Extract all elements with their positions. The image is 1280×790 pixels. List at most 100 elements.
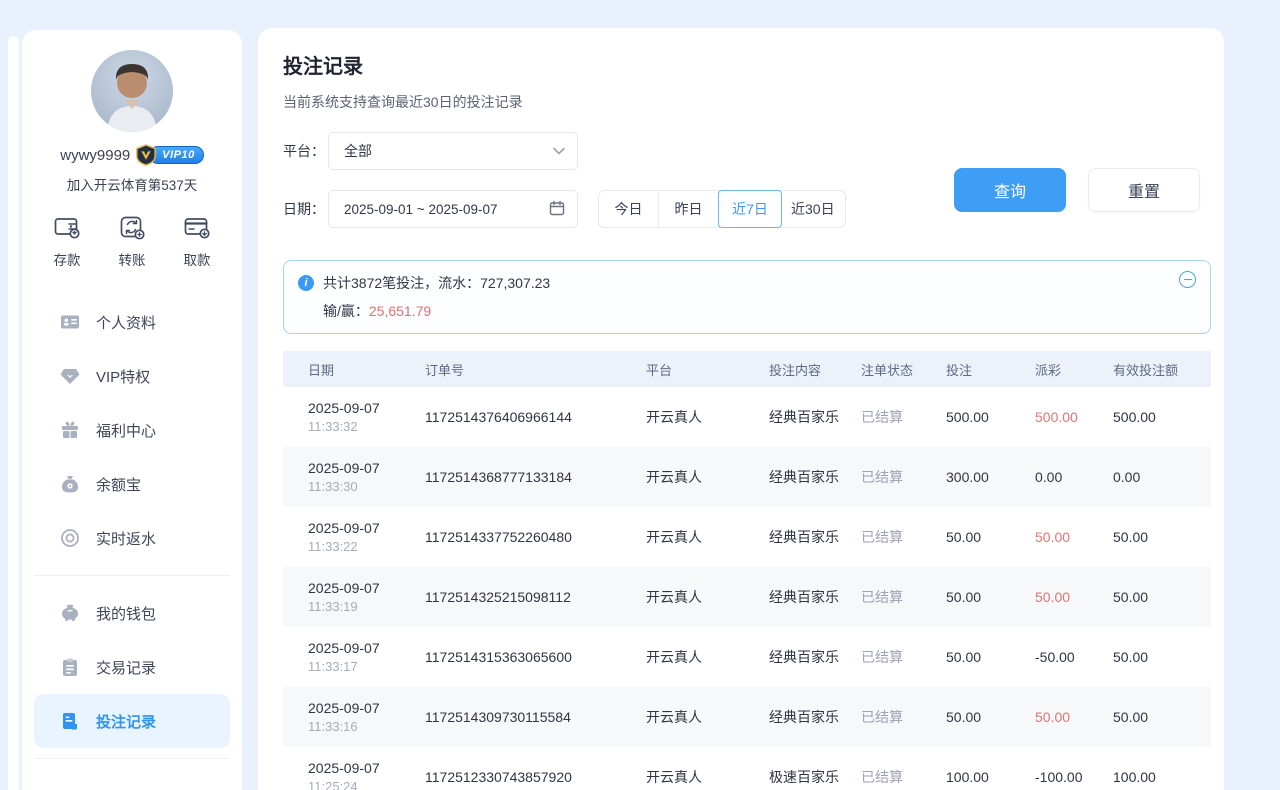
cell-status: 已结算: [861, 707, 946, 727]
cell-bet-amount: 100.00: [946, 769, 1035, 785]
avatar[interactable]: [91, 50, 173, 132]
cell-order-number: 1172514315363065600: [425, 649, 646, 665]
cell-valid-amount: 0.00: [1113, 469, 1211, 485]
action-buttons: 查询 重置: [954, 168, 1200, 212]
collapse-banner-icon[interactable]: [1179, 271, 1196, 288]
date-range-input[interactable]: 2025-09-01 ~ 2025-09-07: [328, 190, 578, 228]
date-quick-filters: 今日 昨日 近7日 近30日: [598, 190, 846, 228]
table-body: 2025-09-0711:33:32 1172514376406966144 开…: [283, 387, 1211, 790]
table-row[interactable]: 2025-09-0711:33:16 1172514309730115584 开…: [283, 687, 1211, 747]
join-days-text: 加入开云体育第537天: [67, 174, 198, 194]
filter-today-button[interactable]: 今日: [599, 191, 659, 227]
filter-yesterday-button[interactable]: 昨日: [659, 191, 719, 227]
cell-status: 已结算: [861, 407, 946, 427]
bet-records-table: 日期 订单号 平台 投注内容 注单状态 投注 派彩 有效投注额 2025-09-…: [283, 351, 1211, 790]
cell-bet-content: 极速百家乐: [769, 767, 861, 787]
date-label: 日期：: [283, 199, 328, 219]
money-bag-icon: [60, 474, 80, 494]
menu-divider: [34, 575, 230, 576]
table-header-row: 日期 订单号 平台 投注内容 注单状态 投注 派彩 有效投注额: [283, 351, 1211, 387]
sidebar-item-label: 投注记录: [96, 711, 156, 732]
transaction-record-icon: [60, 657, 80, 677]
rebate-icon: [60, 528, 80, 548]
loss-win-value: 25,651.79: [369, 303, 431, 319]
cell-platform: 开云真人: [646, 407, 769, 427]
summary-banner: i 共计3872笔投注，流水：727,307.23 输/赢：25,651.79: [283, 260, 1211, 334]
sidebar-item-rebate[interactable]: 实时返水: [34, 511, 230, 565]
cell-status: 已结算: [861, 587, 946, 607]
sidebar-item-label: 我的钱包: [96, 603, 156, 624]
table-row[interactable]: 2025-09-0711:33:17 1172514315363065600 开…: [283, 627, 1211, 687]
sidebar-item-wallet[interactable]: 我的钱包: [34, 586, 230, 640]
cell-payout: 50.00: [1035, 529, 1113, 545]
cell-valid-amount: 50.00: [1113, 649, 1211, 665]
cell-status: 已结算: [861, 647, 946, 667]
filter-last30days-button[interactable]: 近30日: [781, 191, 845, 227]
cell-platform: 开云真人: [646, 467, 769, 487]
cell-order-number: 1172514309730115584: [425, 709, 646, 725]
reset-button[interactable]: 重置: [1088, 168, 1200, 212]
cell-bet-content: 经典百家乐: [769, 467, 861, 487]
cell-payout: -100.00: [1035, 769, 1113, 785]
col-header-order: 订单号: [425, 360, 646, 379]
summary-totals: 共计3872笔投注，流水：727,307.23: [323, 273, 550, 293]
sidebar-item-profile[interactable]: 个人资料: [34, 295, 230, 349]
cell-status: 已结算: [861, 527, 946, 547]
deposit-button[interactable]: 存款: [52, 212, 82, 269]
col-header-date: 日期: [308, 360, 425, 379]
platform-select[interactable]: 全部: [328, 132, 578, 170]
bet-records-panel: 投注记录 当前系统支持查询最近30日的投注记录 平台： 全部 日期： 2025-…: [258, 28, 1224, 790]
sidebar-item-label: VIP特权: [96, 366, 150, 387]
transfer-button[interactable]: 转账: [117, 212, 147, 269]
gift-icon: [60, 420, 80, 440]
vip-level-label: VIP10: [149, 146, 203, 164]
sidebar: wywy9999 VIP10 加入开云体育第537天 存款: [22, 30, 242, 790]
quick-action-label: 存款: [54, 249, 81, 269]
cell-platform: 开云真人: [646, 527, 769, 547]
page-title: 投注记录: [283, 50, 1206, 79]
cell-payout: 0.00: [1035, 469, 1113, 485]
calendar-icon: [549, 200, 565, 219]
cell-bet-amount: 50.00: [946, 649, 1035, 665]
filter-last7days-button[interactable]: 近7日: [718, 190, 782, 228]
sidebar-item-label: 个人资料: [96, 312, 156, 333]
cell-date: 2025-09-0711:33:16: [308, 699, 425, 735]
info-icon: i: [298, 275, 314, 291]
sidebar-item-vip[interactable]: VIP特权: [34, 349, 230, 403]
cell-bet-content: 经典百家乐: [769, 587, 861, 607]
cell-date: 2025-09-0711:33:22: [308, 519, 425, 555]
chevron-down-icon: [553, 144, 565, 158]
cell-order-number: 1172514325215098112: [425, 589, 646, 605]
deposit-wallet-icon: [52, 212, 82, 242]
platform-filter-row: 平台： 全部: [283, 132, 1206, 170]
query-button[interactable]: 查询: [954, 168, 1066, 212]
cell-payout: -50.00: [1035, 649, 1113, 665]
piggy-bank-icon: [60, 603, 80, 623]
cell-valid-amount: 500.00: [1113, 409, 1211, 425]
sidebar-item-welfare[interactable]: 福利中心: [34, 403, 230, 457]
cell-order-number: 1172514376406966144: [425, 409, 646, 425]
cell-bet-amount: 50.00: [946, 529, 1035, 545]
sidebar-item-bet-records[interactable]: 投注记录: [34, 694, 230, 748]
col-header-payout: 派彩: [1035, 360, 1113, 379]
cell-valid-amount: 50.00: [1113, 529, 1211, 545]
table-row[interactable]: 2025-09-0711:33:19 1172514325215098112 开…: [283, 567, 1211, 627]
date-range-value: 2025-09-01 ~ 2025-09-07: [344, 202, 549, 217]
cell-payout: 500.00: [1035, 409, 1113, 425]
cell-bet-content: 经典百家乐: [769, 407, 861, 427]
username: wywy9999: [60, 147, 130, 164]
cell-status: 已结算: [861, 467, 946, 487]
table-row[interactable]: 2025-09-0711:25:24 1172512330743857920 开…: [283, 747, 1211, 790]
sidebar-item-transactions[interactable]: 交易记录: [34, 640, 230, 694]
sidebar-menu: 个人资料 VIP特权 福利中心 余额宝: [22, 295, 242, 769]
vip-diamond-icon: [60, 366, 80, 386]
sidebar-item-yuebao[interactable]: 余额宝: [34, 457, 230, 511]
table-row[interactable]: 2025-09-0711:33:22 1172514337752260480 开…: [283, 507, 1211, 567]
cell-valid-amount: 50.00: [1113, 589, 1211, 605]
quick-actions: 存款 转账 取款: [22, 212, 242, 269]
table-row[interactable]: 2025-09-0711:33:30 1172514368777133184 开…: [283, 447, 1211, 507]
table-row[interactable]: 2025-09-0711:33:32 1172514376406966144 开…: [283, 387, 1211, 447]
cell-platform: 开云真人: [646, 767, 769, 787]
withdraw-button[interactable]: 取款: [182, 212, 212, 269]
cell-date: 2025-09-0711:33:30: [308, 459, 425, 495]
